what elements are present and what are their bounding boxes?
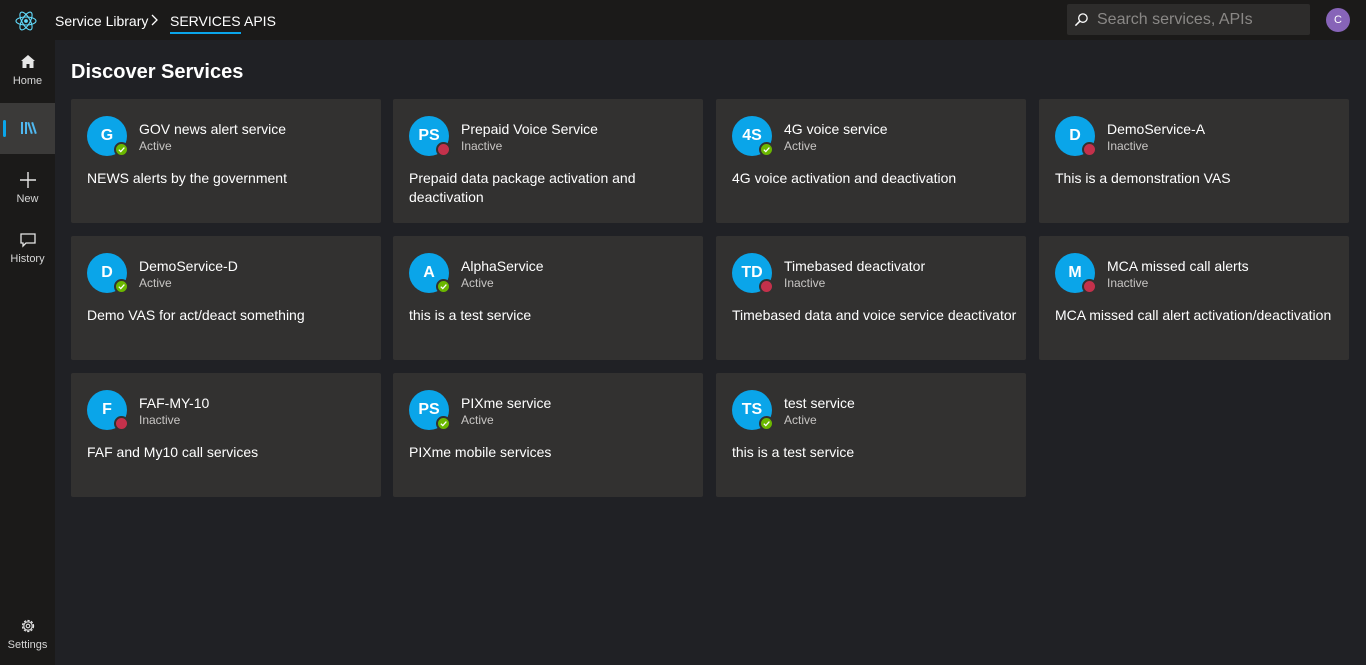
service-card[interactable]: D DemoService-A Inactive This is a demonstr…	[1039, 99, 1349, 223]
service-name: AlphaService	[461, 258, 544, 274]
inactive-status-icon	[114, 416, 129, 431]
service-card[interactable]: 4S 4G voice service Active 4G voice activat…	[716, 99, 1026, 223]
service-description: NEWS alerts by the government	[87, 170, 287, 186]
service-status: Inactive	[1107, 139, 1149, 153]
service-description: This is a demonstration VAS	[1055, 170, 1231, 186]
active-status-icon	[436, 416, 451, 431]
service-name: PIXme service	[461, 395, 552, 411]
sidebar-item-home[interactable]: Home	[0, 53, 55, 87]
service-card[interactable]: M MCA missed call alerts Inactive MCA misse…	[1039, 236, 1349, 360]
service-card[interactable]: F FAF-MY-10 Inactive FAF and My10 call serv…	[71, 373, 381, 497]
service-name: GOV news alert service	[139, 121, 287, 137]
search-input[interactable]	[1097, 4, 1302, 35]
tab-apis[interactable]: APIS	[244, 13, 276, 29]
service-status: Inactive	[1107, 276, 1149, 290]
inactive-status-icon	[436, 142, 451, 157]
breadcrumb-service-library[interactable]: Service Library	[55, 13, 148, 29]
service-description: PIXme mobile services	[409, 444, 552, 460]
sidebar-item-settings[interactable]: Settings	[0, 617, 55, 651]
sidebar-item-settings-label: Settings	[7, 639, 48, 651]
active-status-icon	[759, 416, 774, 431]
user-avatar[interactable]: C	[1326, 8, 1350, 32]
service-card[interactable]: PS PIXme service Active PIXme mobile servic…	[393, 373, 703, 497]
inactive-status-icon	[1082, 279, 1097, 294]
service-status: Active	[461, 413, 494, 427]
service-status: Inactive	[461, 139, 503, 153]
service-status: Active	[139, 139, 172, 153]
service-card[interactable]: A AlphaService Active this is a test servic…	[393, 236, 703, 360]
tab-services-label: SERVICES	[170, 13, 241, 29]
service-description: this is a test service	[732, 444, 855, 460]
inactive-status-icon	[759, 279, 774, 294]
service-description: FAF and My10 call services	[87, 444, 259, 460]
service-name: DemoService-A	[1107, 121, 1206, 137]
chat-icon	[19, 233, 36, 248]
chevron-right-icon	[151, 14, 158, 26]
active-status-icon	[114, 279, 129, 294]
sidebar: Home New History Settings	[0, 40, 55, 665]
service-name: 4G voice service	[784, 121, 888, 137]
service-description: this is a test service	[409, 307, 532, 323]
top-bar: Service Library SERVICES APIS C	[0, 0, 1366, 40]
page-title: Discover Services	[71, 61, 244, 83]
service-status: Active	[461, 276, 494, 290]
service-card[interactable]: D DemoService-D Active Demo VAS for act/dea…	[71, 236, 381, 360]
service-description: Demo VAS for act/deact something	[87, 307, 305, 323]
service-name: DemoService-D	[139, 258, 238, 274]
service-name: Timebased deactivator	[784, 258, 926, 274]
sidebar-item-library[interactable]	[0, 103, 55, 154]
service-description: Timebased data and voice service deactiv…	[732, 307, 1017, 323]
gear-icon	[21, 619, 34, 633]
service-name: Prepaid Voice Service	[461, 121, 598, 137]
service-description: MCA missed call alert activation/deactiv…	[1055, 307, 1332, 323]
library-icon	[20, 121, 37, 135]
service-card[interactable]: TD Timebased deactivator Inactive Timebased…	[716, 236, 1026, 360]
service-name: MCA missed call alerts	[1107, 258, 1249, 274]
tab-services[interactable]: SERVICES	[170, 13, 241, 34]
service-name: FAF-MY-10	[139, 395, 210, 411]
search-box[interactable]	[1067, 4, 1310, 35]
active-status-icon	[114, 142, 129, 157]
active-status-icon	[759, 142, 774, 157]
active-indicator	[3, 120, 6, 137]
service-card[interactable]: PS Prepaid Voice Service Inactive Prepaid d…	[393, 99, 703, 223]
service-status: Active	[784, 139, 817, 153]
service-status: Active	[784, 413, 817, 427]
react-logo-icon[interactable]	[14, 9, 38, 33]
service-status: Active	[139, 276, 172, 290]
sidebar-item-home-label: Home	[12, 75, 43, 87]
service-description: 4G voice activation and deactivation	[732, 170, 957, 186]
service-status: Inactive	[139, 413, 181, 427]
service-status: Inactive	[784, 276, 826, 290]
sidebar-item-new[interactable]: New	[0, 171, 55, 205]
home-icon	[20, 55, 35, 68]
service-name: test service	[784, 395, 855, 411]
active-status-icon	[436, 279, 451, 294]
search-icon	[1074, 13, 1088, 27]
tab-apis-label: APIS	[244, 13, 276, 29]
sidebar-item-history-label: History	[10, 253, 45, 265]
active-tab-underline	[170, 32, 241, 34]
sidebar-item-history[interactable]: History	[0, 231, 55, 265]
sidebar-item-new-label: New	[16, 193, 39, 205]
service-description: Prepaid data package activation and deac…	[409, 170, 636, 205]
service-card[interactable]: TS test service Active this is a test servi…	[716, 373, 1026, 497]
plus-icon	[19, 172, 36, 188]
inactive-status-icon	[1082, 142, 1097, 157]
service-card[interactable]: G GOV news alert service Active NEWS alerts…	[71, 99, 381, 223]
